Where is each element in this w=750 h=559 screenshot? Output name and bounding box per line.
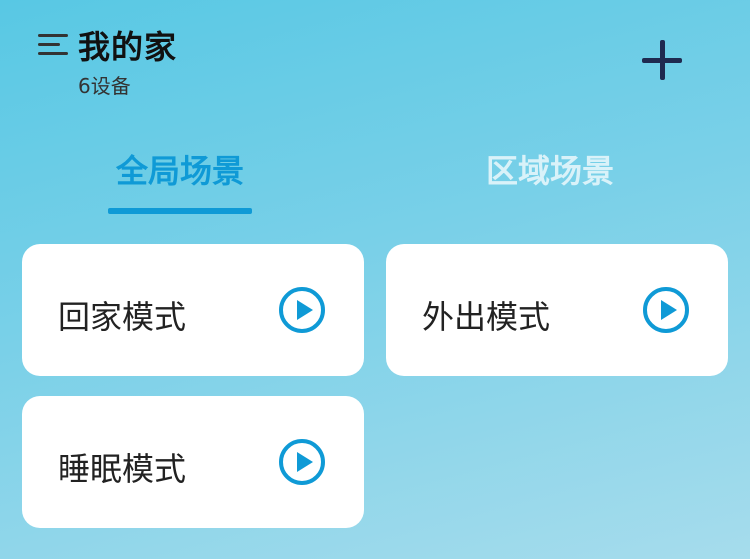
tab-region-scenes[interactable]: 区域场景 (478, 146, 622, 192)
add-button[interactable] (638, 36, 686, 84)
scene-label: 睡眠模式 (58, 450, 187, 488)
play-circle-icon[interactable] (278, 438, 326, 486)
play-circle-icon[interactable] (642, 286, 690, 334)
tab-global-scenes[interactable]: 全局场景 (108, 146, 252, 192)
scene-label: 回家模式 (58, 298, 187, 336)
play-circle-icon[interactable] (278, 286, 326, 334)
scene-card-away-mode[interactable]: 外出模式 (386, 244, 728, 376)
scene-card-home-mode[interactable]: 回家模式 (22, 244, 364, 376)
device-count: 6设备 (78, 74, 131, 98)
menu-icon[interactable] (38, 30, 72, 60)
scene-tabs: 全局场景 区域场景 (0, 140, 750, 220)
active-tab-indicator (108, 208, 252, 214)
app-header: 我的家 6设备 (0, 0, 750, 110)
home-title[interactable]: 我的家 (78, 22, 177, 68)
scene-label: 外出模式 (422, 298, 551, 336)
plus-icon-horizontal (642, 58, 682, 63)
scene-card-sleep-mode[interactable]: 睡眠模式 (22, 396, 364, 528)
